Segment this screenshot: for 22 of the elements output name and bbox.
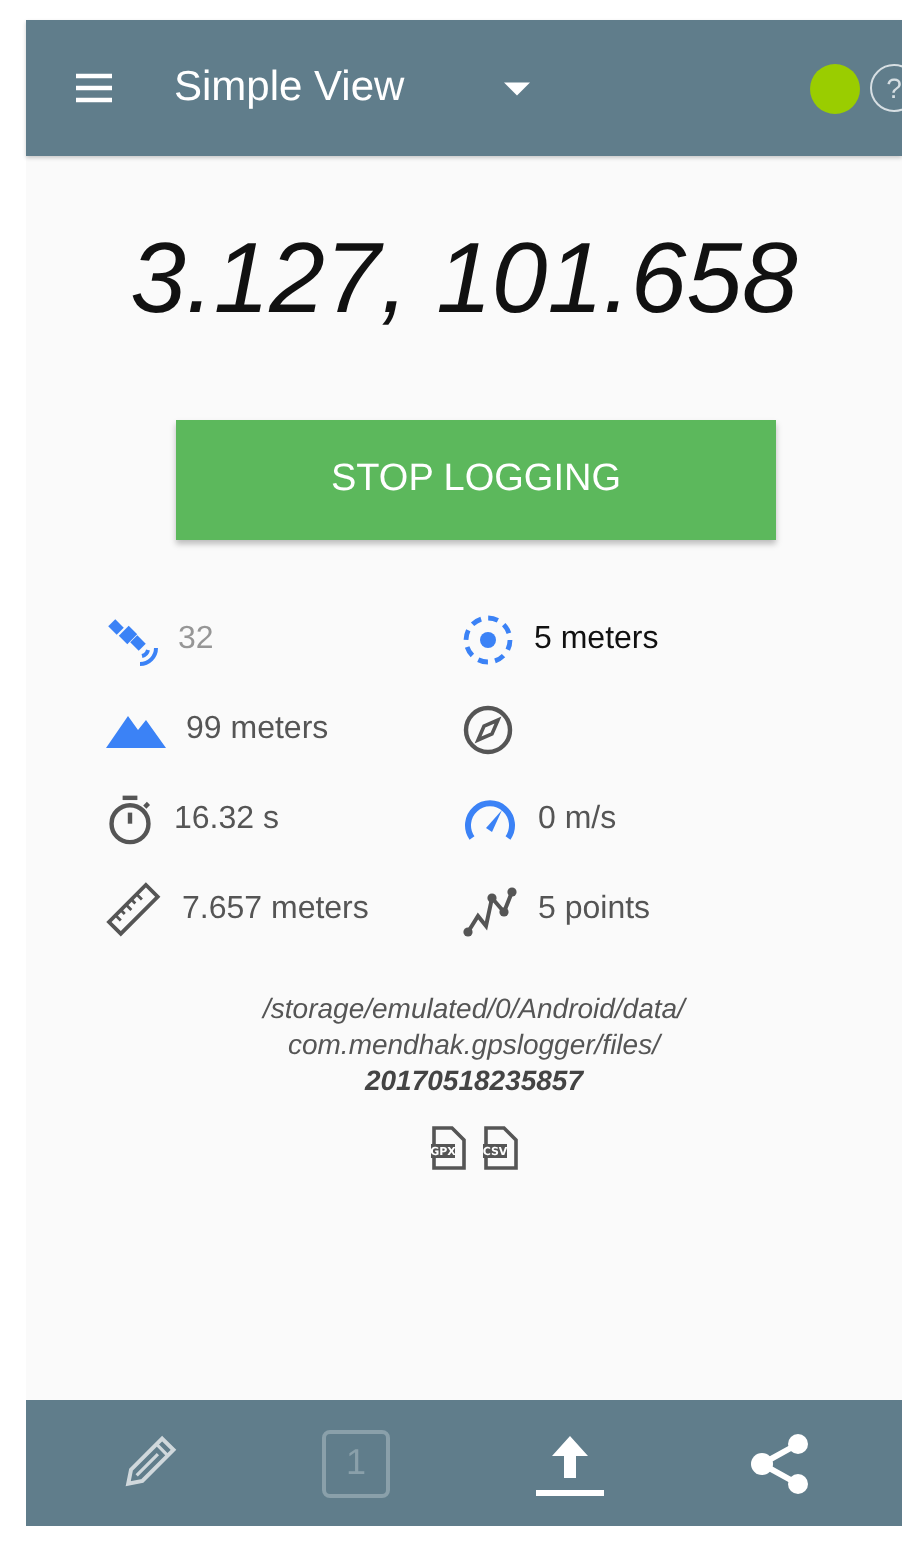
location-accuracy-icon: [462, 614, 514, 666]
stat-value: 7.657 meters: [182, 892, 369, 928]
file-path: /storage/emulated/0/Android/data/ com.mendhak.gpslogger/files/ 20170518235857: [263, 990, 685, 1098]
stat-value: 99 meters: [186, 712, 329, 748]
track-points-icon: [462, 882, 518, 938]
stat-value: 5 points: [538, 892, 651, 928]
stat-value: 0 m/s: [538, 802, 617, 838]
share-icon[interactable]: [750, 1431, 810, 1495]
help-button[interactable]: ?: [870, 64, 902, 112]
compass-icon: [462, 704, 514, 756]
ruler-icon: [106, 882, 162, 938]
stat-value: 16.32 s: [174, 802, 279, 838]
stopwatch-icon: [106, 794, 154, 846]
stop-logging-button[interactable]: STOP LOGGING: [176, 420, 776, 540]
mountain-icon: [106, 712, 166, 748]
satellite-icon: [106, 614, 158, 666]
dropdown-caret-icon[interactable]: [504, 81, 531, 95]
view-title[interactable]: Simple View: [174, 64, 405, 112]
stat-value: 32: [178, 622, 214, 658]
stat-value: 5 meters: [534, 622, 659, 658]
speedometer-icon: [462, 796, 518, 844]
coordinates: 3.127, 101.658: [130, 220, 798, 336]
